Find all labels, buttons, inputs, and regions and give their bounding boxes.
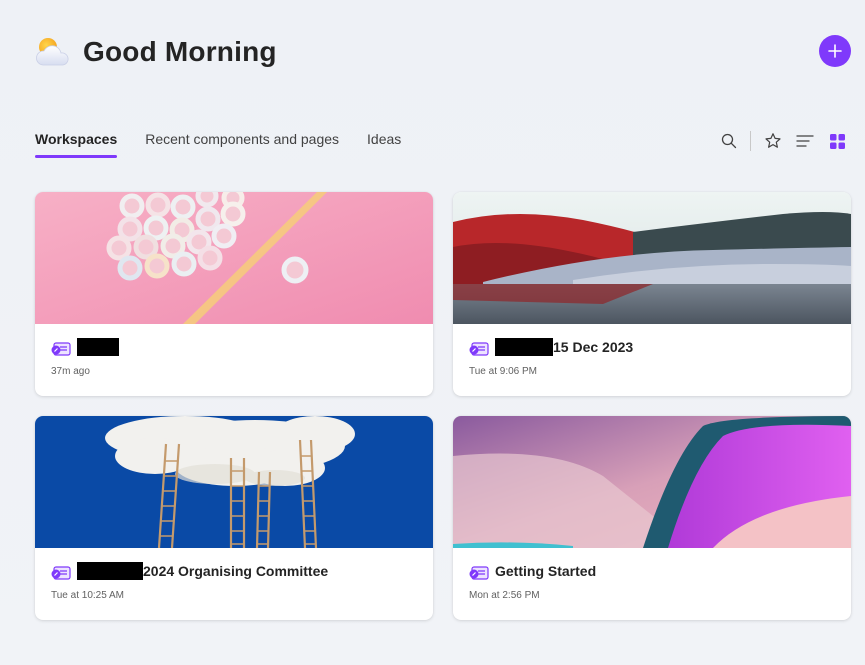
tab-bar: Workspaces Recent components and pages I… [35, 131, 401, 158]
workspace-card[interactable]: Getting Started Mon at 2:56 PM [453, 416, 851, 620]
tab-recent-components[interactable]: Recent components and pages [145, 131, 339, 158]
star-icon [765, 133, 781, 148]
search-button[interactable] [716, 128, 742, 154]
toolbar-divider [750, 131, 751, 151]
add-button[interactable] [819, 35, 851, 67]
workspace-timestamp: Tue at 10:25 AM [51, 590, 125, 601]
search-icon [721, 133, 737, 149]
workspace-icon [469, 341, 489, 356]
workspace-timestamp: 37m ago [51, 366, 90, 377]
workspace-name: 15 Dec 2023 [553, 339, 634, 355]
redacted-text [77, 338, 119, 356]
tab-workspaces[interactable]: Workspaces [35, 131, 118, 158]
grid-view-button[interactable] [824, 128, 850, 154]
workspace-icon [469, 565, 489, 580]
page-header: Good Morning [34, 34, 277, 70]
workspace-thumbnail [453, 192, 851, 324]
workspace-thumbnail [35, 192, 433, 324]
workspace-icon [51, 341, 71, 356]
favorites-button[interactable] [760, 128, 786, 154]
workspace-thumbnail [35, 416, 433, 548]
workspace-card[interactable]: 15 Dec 2023 Tue at 9:06 PM [453, 192, 851, 396]
list-view-button[interactable] [792, 128, 818, 154]
workspace-card[interactable]: 2024 Organising Committee Tue at 10:25 A… [35, 416, 433, 620]
view-toolbar [716, 128, 850, 154]
grid-view-icon [829, 133, 845, 149]
redacted-text [77, 562, 143, 580]
redacted-text [495, 338, 553, 356]
workspace-timestamp: Tue at 9:06 PM [469, 366, 537, 377]
workspace-name: 2024 Organising Committee [143, 563, 329, 579]
workspace-card[interactable]: 37m ago [35, 192, 433, 396]
page-title: Good Morning [83, 36, 277, 67]
list-view-icon [796, 135, 814, 147]
workspace-grid: 37m ago 15 Dec 2023 Tue at 9:06 PM 2024 … [35, 192, 851, 620]
workspace-timestamp: Mon at 2:56 PM [469, 590, 540, 601]
workspace-icon [51, 565, 71, 580]
partly-cloudy-icon [34, 34, 72, 70]
workspace-name: Getting Started [495, 563, 597, 579]
workspace-thumbnail [453, 416, 851, 548]
plus-icon [828, 44, 842, 58]
tab-ideas[interactable]: Ideas [367, 131, 401, 158]
